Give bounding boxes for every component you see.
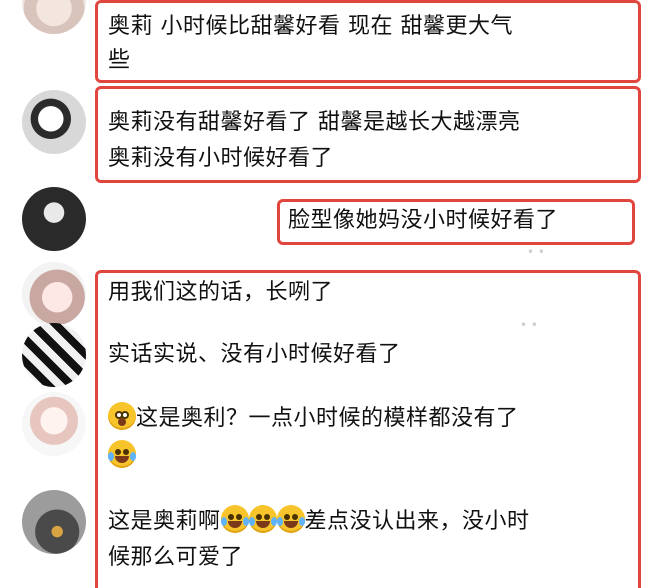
avatar[interactable] <box>22 323 86 387</box>
comment-text: 用我们这的话，长咧了 <box>108 280 334 305</box>
avatar[interactable] <box>22 187 86 251</box>
comment-text: 实话实说、没有小时候好看了 <box>108 342 401 367</box>
comment-row: 这是奥莉啊 差点没认出来，没小时 <box>108 505 530 539</box>
more-icon[interactable]: • • <box>520 318 538 332</box>
comment-text: 脸型像她妈没小时候好看了 <box>288 208 559 233</box>
comment-row: 这是奥利？一点小时候的模样都没有了 <box>108 402 519 436</box>
comment-text: 这是奥莉啊 <box>108 509 221 534</box>
comment-text: 些 <box>108 48 131 73</box>
avatar[interactable] <box>22 90 86 154</box>
more-icon[interactable]: • • <box>527 245 545 259</box>
comment-row <box>108 440 136 474</box>
laughing-crying-face-icon <box>248 505 277 533</box>
comment-text: 奥莉 小时候比甜馨好看 现在 甜馨更大气 <box>108 14 513 39</box>
avatar[interactable] <box>22 490 86 554</box>
laughing-crying-face-icon <box>276 505 305 533</box>
avatar[interactable] <box>22 392 86 456</box>
avatar[interactable] <box>22 262 86 326</box>
laughing-crying-face-icon <box>220 505 249 533</box>
comment-text: 奥莉没有小时候好看了 <box>108 146 334 171</box>
comment-text: 这是奥利？一点小时候的模样都没有了 <box>136 406 519 431</box>
shocked-face-icon <box>108 402 136 430</box>
laughing-crying-face-icon <box>108 440 136 468</box>
comment-text: 奥莉没有甜馨好看了 甜馨是越长大越漂亮 <box>108 110 521 135</box>
avatar[interactable] <box>22 0 86 34</box>
comment-text: 候那么可爱了 <box>108 545 244 570</box>
comment-text: 差点没认出来，没小时 <box>304 509 530 534</box>
